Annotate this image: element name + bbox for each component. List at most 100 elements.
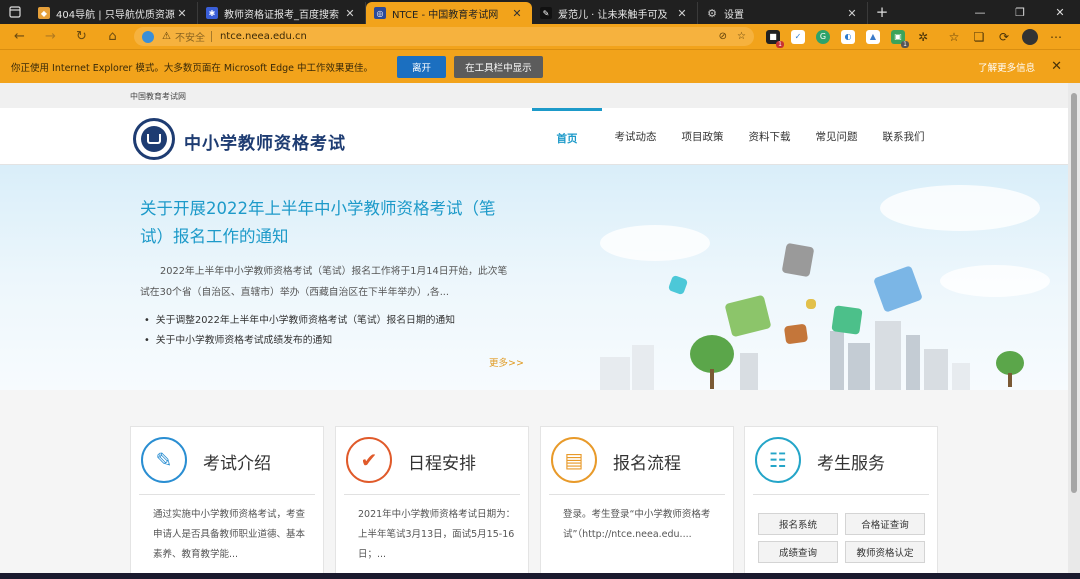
maximize-button[interactable]: ❐ — [1000, 0, 1040, 24]
page-scrollbar[interactable] — [1068, 83, 1080, 573]
favorites-star-icon[interactable]: ☆ — [947, 30, 961, 44]
nav-contact[interactable]: 联系我们 — [870, 108, 937, 165]
close-tab-icon[interactable]: ✕ — [175, 7, 189, 20]
card-title[interactable]: 报名流程 — [613, 449, 681, 474]
tab-title: 爱范儿 · 让未来触手可及 — [558, 9, 668, 21]
tab-actions-icon[interactable] — [0, 0, 30, 24]
nav-downloads[interactable]: 资料下载 — [736, 108, 803, 165]
news-link[interactable]: 关于中小学教师资格考试成绩发布的通知 — [144, 331, 455, 351]
favicon-icon: ✱ — [206, 7, 218, 19]
nav-exam-news[interactable]: 考试动态 — [602, 108, 669, 165]
taskbar-edge — [0, 573, 1080, 579]
more-link[interactable]: 更多>> — [489, 355, 524, 369]
ie-mode-infobar: 你正使用 Internet Explorer 模式。大多数页面在 Microso… — [0, 49, 1080, 83]
cube-decoration — [873, 265, 923, 313]
site-title[interactable]: 中小学教师资格考试 — [184, 129, 346, 154]
card-description: 通过实施中小学教师资格考试，考查申请人是否具备教师职业道德、基本素养、教育教学能… — [153, 509, 306, 560]
cloud-decoration — [940, 265, 1050, 297]
teacher-qualification-button[interactable]: 教师资格认定 — [845, 541, 925, 563]
cube-decoration — [667, 274, 689, 296]
book-pen-icon: ✎ — [141, 437, 187, 483]
security-status[interactable]: 不安全 — [175, 29, 205, 44]
logo-seal-icon[interactable] — [133, 118, 175, 160]
refresh-icon[interactable]: ↻ — [66, 24, 97, 49]
close-tab-icon[interactable]: ✕ — [510, 7, 524, 20]
account-sync-icon[interactable]: ⟳ — [997, 30, 1011, 44]
scrollbar-thumb[interactable] — [1071, 93, 1077, 493]
card-exam-intro[interactable]: ✎ 考试介绍 通过实施中小学教师资格考试，考查申请人是否具备教师职业道德、基本素… — [130, 426, 324, 573]
tracking-prevention-icon[interactable]: ⊘ — [719, 31, 727, 42]
more-menu-icon[interactable]: ⋯ — [1049, 30, 1063, 44]
form-icon: ▤ — [551, 437, 597, 483]
card-candidate-services: ☷ 考生服务 报名系统 合格证查询 成绩查询 教师资格认定 — [744, 426, 938, 573]
extension-icon-1[interactable]: ■ 1 — [766, 29, 784, 48]
gear-icon: ⚙ — [707, 6, 717, 20]
minimize-button[interactable]: — — [960, 0, 1000, 24]
browser-tab-3-active[interactable]: ◎ NTCE - 中国教育考试网 ✕ — [366, 2, 532, 24]
profile-avatar[interactable] — [1022, 28, 1038, 45]
registration-system-button[interactable]: 报名系统 — [758, 513, 838, 535]
forward-arrow-icon[interactable]: → — [35, 24, 66, 49]
leave-button[interactable]: 离开 — [397, 55, 447, 78]
url-text[interactable]: ntce.neea.edu.cn — [220, 31, 719, 42]
cube-decoration — [783, 323, 809, 345]
news-link[interactable]: 关于调整2022年上半年中小学教师资格考试（笔试）报名日期的通知 — [144, 311, 455, 331]
extensions-area: ■ 1 ✓ G ◐ ▲ ▣ 1 ✲ ☆ ❏ ⟳ ⋯ — [766, 28, 1063, 48]
hero-banner: 关于开展2022年上半年中小学教师资格考试（笔试）报名工作的通知 2022年上半… — [0, 165, 1068, 390]
tab-title: NTCE - 中国教育考试网 — [392, 9, 499, 21]
favicon-icon: ◆ — [38, 7, 50, 19]
nav-policy[interactable]: 项目政策 — [669, 108, 736, 165]
close-window-button[interactable]: ✕ — [1040, 0, 1080, 24]
card-title[interactable]: 考试介绍 — [203, 449, 271, 474]
banner-headline[interactable]: 关于开展2022年上半年中小学教师资格考试（笔试）报名工作的通知 — [140, 195, 520, 251]
warning-icon: ⚠ — [162, 31, 171, 42]
card-title[interactable]: 日程安排 — [408, 449, 476, 474]
extension-icon-5[interactable]: ▲ — [866, 29, 880, 44]
cloud-decoration — [600, 225, 710, 261]
contact-book-icon: ☷ — [755, 437, 801, 483]
home-icon[interactable]: ⌂ — [97, 24, 128, 49]
browser-tab-2[interactable]: ✱ 教师资格证报考_百度搜索 ✕ — [198, 2, 366, 24]
browser-tab-1[interactable]: ◆ 404导航 | 只导航优质资源! ✕ — [30, 2, 198, 24]
nav-home[interactable]: 首页 — [532, 108, 602, 165]
show-in-toolbar-button[interactable]: 在工具栏中显示 — [454, 55, 543, 78]
card-title[interactable]: 考生服务 — [817, 449, 885, 474]
certificate-query-button[interactable]: 合格证查询 — [845, 513, 925, 535]
nav-faq[interactable]: 常见问题 — [803, 108, 870, 165]
browser-toolbar: ← → ↻ ⌂ ⚠ 不安全 ntce.neea.edu.cn ⊘ ☆ ■ 1 ✓ … — [0, 24, 1080, 49]
favicon-icon: ◎ — [374, 7, 386, 19]
browser-tab-5[interactable]: ⚙ 设置 ✕ — [698, 2, 868, 24]
divider — [210, 31, 212, 42]
puzzle-extensions-icon[interactable]: ✲ — [916, 30, 930, 44]
banner-summary: 2022年上半年中小学教师资格考试（笔试）报名工作将于1月14日开始，此次笔试在… — [140, 266, 508, 298]
extension-icon-6[interactable]: ▣ 1 — [891, 29, 909, 48]
card-registration-flow[interactable]: ▤ 报名流程 登录。考生登录“中小学教师资格考试”（http://ntce.ne… — [540, 426, 734, 573]
ie-mode-icon[interactable] — [142, 30, 154, 43]
site-topbar: 中国教育考试网 — [0, 83, 1068, 108]
browser-tab-strip: ◆ 404导航 | 只导航优质资源! ✕ ✱ 教师资格证报考_百度搜索 ✕ ◎ … — [0, 0, 1080, 24]
card-description: 2021年中小学教师资格考试日期为：上半年笔试3月13日，面试5月15-16日；… — [358, 509, 516, 560]
topbar-link[interactable]: 中国教育考试网 — [130, 91, 186, 102]
close-tab-icon[interactable]: ✕ — [845, 7, 859, 20]
grammarly-icon[interactable]: G — [816, 29, 830, 44]
browser-tab-4[interactable]: ✎ 爱范儿 · 让未来触手可及 ✕ — [532, 2, 698, 24]
collections-icon[interactable]: ❏ — [972, 30, 986, 44]
extension-icon-4[interactable]: ◐ — [841, 29, 855, 44]
close-tab-icon[interactable]: ✕ — [343, 7, 357, 20]
tab-title: 404导航 | 只导航优质资源! — [56, 9, 175, 21]
card-schedule[interactable]: ✔ 日程安排 2021年中小学教师资格考试日期为：上半年笔试3月13日，面试5月… — [335, 426, 529, 573]
new-tab-button[interactable]: + — [868, 0, 896, 24]
close-tab-icon[interactable]: ✕ — [675, 7, 689, 20]
favorite-star-icon[interactable]: ☆ — [737, 31, 746, 42]
back-arrow-icon[interactable]: ← — [4, 24, 35, 49]
address-bar[interactable]: ⚠ 不安全 ntce.neea.edu.cn ⊘ ☆ — [134, 27, 754, 46]
tab-title: 设置 — [724, 9, 744, 21]
banner-news-list: 关于调整2022年上半年中小学教师资格考试（笔试）报名日期的通知 关于中小学教师… — [144, 311, 455, 351]
close-infobar-icon[interactable]: ✕ — [1051, 59, 1062, 74]
extension-icon-2[interactable]: ✓ — [791, 29, 805, 44]
cube-decoration — [781, 242, 815, 278]
score-query-button[interactable]: 成绩查询 — [758, 541, 838, 563]
favicon-icon: ✎ — [540, 7, 552, 19]
cube-decoration — [806, 299, 816, 309]
learn-more-link[interactable]: 了解更多信息 — [978, 60, 1035, 74]
